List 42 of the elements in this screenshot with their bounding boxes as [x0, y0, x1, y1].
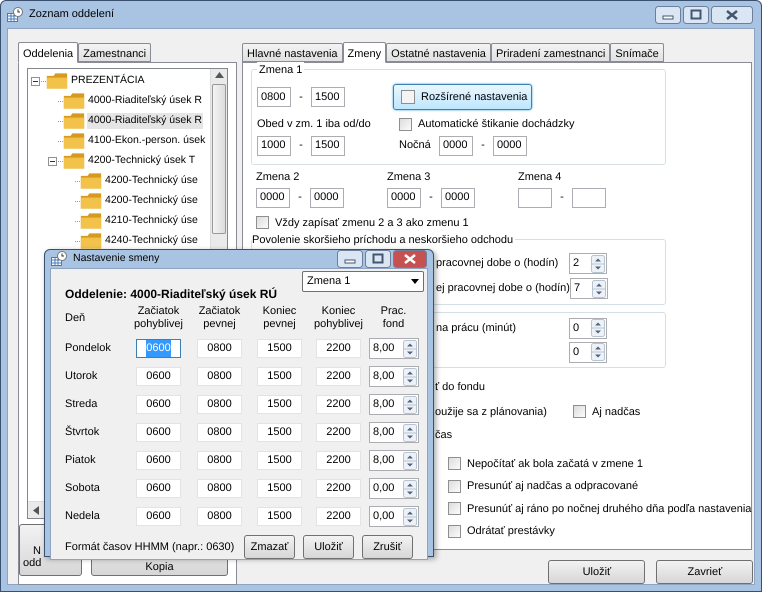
- shift-label: Zmena 3: [387, 170, 432, 185]
- day-label: Pondelok: [65, 341, 112, 356]
- field-label: pracovnej dobe o (hodín): [436, 256, 558, 272]
- checkbox-label: Presunúť aj nadčas a odpracované: [467, 479, 638, 494]
- field-label: ej pracovnej dobe o (hodín): [436, 281, 570, 296]
- checkbox-label: Aj nadčas: [592, 404, 640, 420]
- group-title: Povolenie skoršieho príchodu a neskoršieho odchodu: [252, 232, 516, 248]
- dash: -: [297, 190, 303, 206]
- shift-label: Zmena 2: [256, 170, 300, 185]
- dash: -: [298, 90, 304, 105]
- column-header: Začiatok pohyblivej: [133, 305, 184, 331]
- day-label: Nedela: [65, 509, 101, 524]
- dialog-title: Nastavenie smeny: [73, 251, 160, 266]
- checkbox-label: Nepočítať ak bola začatá v zmene 1: [467, 456, 643, 472]
- option-text: oužije sa z plánovania): [435, 404, 548, 420]
- column-header: Deň: [65, 310, 86, 326]
- shift-label: Zmena 4: [518, 170, 562, 185]
- checkbox-label: Odrátať prestávky: [467, 524, 555, 539]
- day-label: Sobota: [65, 481, 101, 496]
- day-label: Štvrtok: [65, 424, 100, 440]
- day-label: Utorok: [65, 369, 98, 384]
- dash: -: [559, 190, 565, 206]
- window-title: Zoznam oddelení: [29, 7, 115, 22]
- format-note: Formát časov HHMM (napr.: 0630): [65, 540, 236, 555]
- department-heading: Oddelenie: 4000-Riaditeľský úsek RÚ: [65, 286, 278, 303]
- night-label: Nočná: [399, 138, 432, 154]
- column-header: Koniec pevnej: [262, 305, 298, 331]
- column-header: Koniec pohyblivej: [313, 305, 364, 331]
- option-text: ť do fondu: [435, 380, 485, 395]
- option-text: čas: [435, 428, 452, 443]
- column-header: Prac. fond: [380, 305, 408, 331]
- day-label: Piatok: [65, 453, 97, 468]
- dash: -: [428, 190, 434, 206]
- field-label: na prácu (minút): [436, 320, 516, 336]
- dash: -: [480, 138, 486, 154]
- column-header: Začiatok pevnej: [198, 305, 242, 331]
- checkbox-label: Vždy zapísať zmenu 2 a 3 ako zmenu 1: [275, 216, 469, 230]
- lunch-label: Obed v zm. 1 iba od/do: [257, 117, 372, 132]
- checkbox-label: Presunúť aj ráno po nočnej druhého dňa podľa nastavenia: [467, 502, 752, 516]
- dash: -: [298, 138, 304, 154]
- checkbox-label: Automatické štikanie dochádzky: [418, 117, 575, 132]
- day-label: Streda: [65, 397, 98, 412]
